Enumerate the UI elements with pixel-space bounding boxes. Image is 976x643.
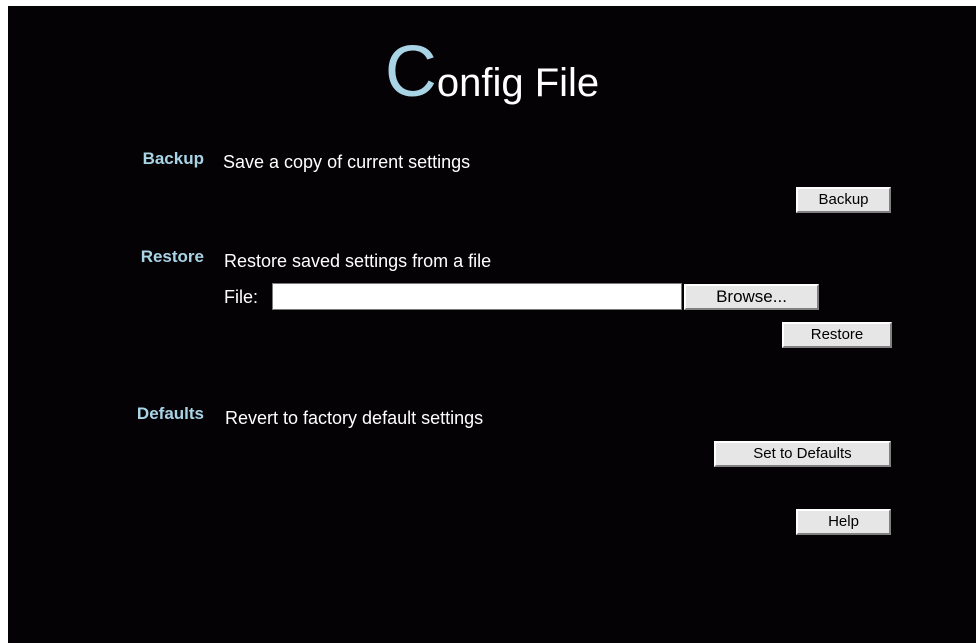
page-title-initial: C — [384, 32, 437, 112]
config-file-panel: Config File Backup Save a copy of curren… — [8, 6, 976, 643]
backup-description: Save a copy of current settings — [223, 152, 471, 172]
browse-button[interactable]: Browse... — [684, 284, 819, 310]
defaults-section-label: Defaults — [136, 404, 204, 423]
restore-section-label: Restore — [140, 247, 204, 266]
page-title: Config File — [8, 36, 976, 108]
restore-description: Restore saved settings from a file — [224, 251, 492, 271]
defaults-description: Revert to factory default settings — [225, 408, 484, 428]
backup-section-label: Backup — [142, 149, 204, 168]
set-to-defaults-button[interactable]: Set to Defaults — [714, 441, 891, 467]
page-title-rest: onfig File — [436, 61, 600, 105]
backup-button[interactable]: Backup — [796, 187, 891, 213]
help-button[interactable]: Help — [796, 509, 891, 535]
file-label: File: — [224, 287, 259, 307]
restore-button[interactable]: Restore — [782, 322, 892, 348]
file-path-input[interactable] — [272, 283, 682, 310]
